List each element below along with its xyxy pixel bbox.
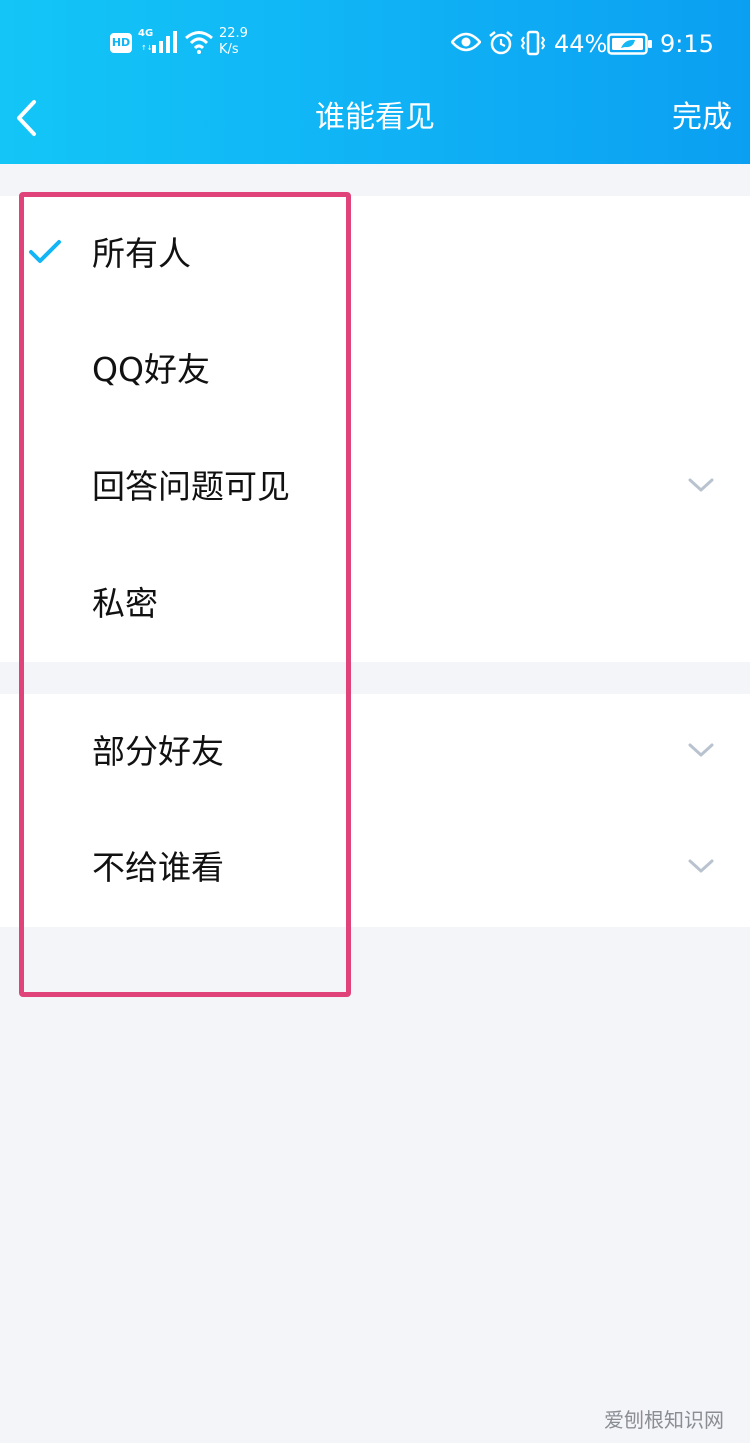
status-bar: HD 4G ↑↓ 22.9 K/s 44% 9:15: [0, 0, 750, 84]
option-qq-friends[interactable]: QQ好友: [0, 312, 750, 428]
network-activity: ↑↓: [141, 44, 153, 52]
chevron-down-icon: [688, 859, 714, 873]
network-type: 4G: [138, 28, 154, 39]
chevron-down-icon: [688, 478, 714, 492]
option-label: 所有人: [92, 234, 191, 273]
clock: 9:15: [660, 30, 714, 58]
option-answer-question[interactable]: 回答问题可见: [0, 429, 750, 545]
option-private[interactable]: 私密: [0, 546, 750, 662]
option-label: 私密: [92, 584, 158, 623]
watermark: 爱刨根知识网: [604, 1408, 724, 1432]
battery-icon: [607, 33, 652, 55]
option-label: 回答问题可见: [92, 467, 290, 506]
option-hide-from[interactable]: 不给谁看: [0, 810, 750, 926]
alarm-icon: [489, 31, 513, 55]
option-label: 不给谁看: [92, 848, 224, 887]
done-button[interactable]: 完成: [672, 98, 732, 138]
option-some-friends[interactable]: 部分好友: [0, 694, 750, 810]
option-everyone[interactable]: 所有人: [0, 196, 750, 312]
hd-badge: HD: [110, 33, 132, 53]
battery-percent: 44%: [554, 30, 608, 58]
check-icon: [29, 240, 61, 263]
visibility-options-group: 所有人 QQ好友 回答问题可见 私密: [0, 196, 750, 662]
eye-comfort-icon: [451, 32, 481, 52]
page-title: 谁能看见: [315, 100, 435, 135]
vibrate-icon: [520, 30, 546, 56]
friend-filter-group: 部分好友 不给谁看: [0, 694, 750, 927]
signal-icon: [152, 31, 177, 53]
app-header: HD 4G ↑↓ 22.9 K/s 44% 9:15 谁能看见 完成: [0, 0, 750, 164]
wifi-icon: [185, 31, 213, 54]
option-label: 部分好友: [92, 732, 224, 771]
network-speed: 22.9 K/s: [219, 26, 248, 57]
chevron-down-icon: [688, 743, 714, 757]
option-label: QQ好友: [92, 350, 210, 389]
